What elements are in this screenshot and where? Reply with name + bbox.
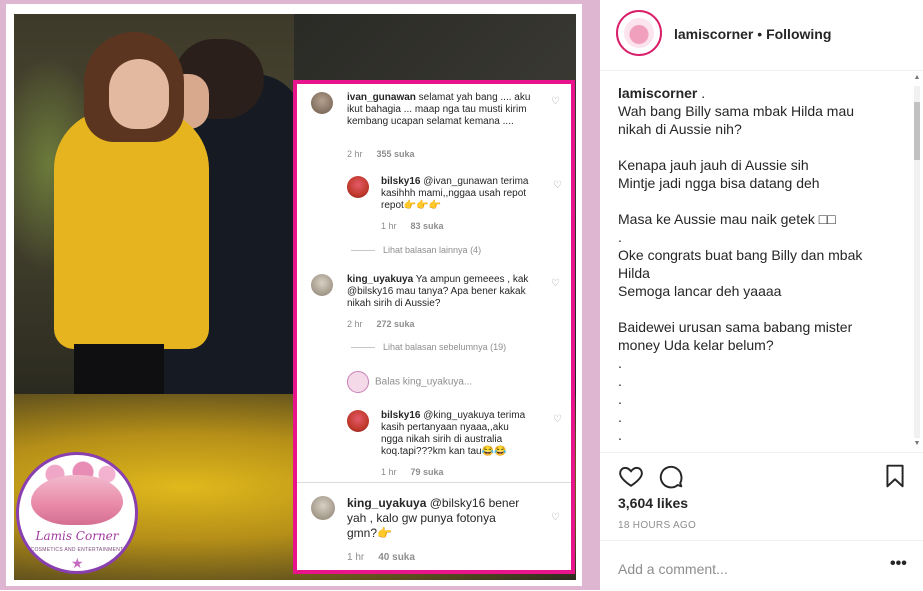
- comment-username: king_uyakuya: [347, 274, 414, 285]
- avatar: [311, 274, 333, 296]
- scroll-up-arrow-icon[interactable]: ▲: [912, 74, 922, 84]
- caption-line: Mintje jadi ngga bisa datang deh: [618, 175, 820, 191]
- comment-likes: 40 suka: [378, 552, 415, 563]
- heart-icon: ♡: [553, 180, 562, 191]
- header-separator: •: [757, 26, 763, 42]
- comment-likes: 79 suka: [410, 467, 444, 477]
- caption-line: Hilda: [618, 265, 650, 281]
- caption-line: .: [618, 427, 622, 443]
- scroll-down-arrow-icon[interactable]: ▼: [912, 440, 922, 450]
- star-icon: ★: [71, 555, 84, 571]
- post-header: lamiscorner • Following: [600, 0, 923, 71]
- comment-icon[interactable]: [658, 463, 684, 489]
- comment-username: ivan_gunawan: [347, 92, 416, 103]
- profile-avatar[interactable]: [616, 10, 662, 56]
- comment-age: 2 hr: [347, 149, 363, 159]
- caption-scrollbar[interactable]: ▲ ▼: [912, 74, 922, 450]
- caption-line: nikah di Aussie nih?: [618, 121, 742, 137]
- comment-username: king_uyakuya: [347, 496, 427, 510]
- caption-line: Masa ke Aussie mau naik getek □□: [618, 211, 836, 227]
- add-comment-bar: Add a comment... •••: [600, 540, 923, 591]
- more-options-icon[interactable]: •••: [890, 555, 907, 573]
- caption-line: .: [618, 373, 622, 389]
- likes-count[interactable]: 3,604 likes: [618, 495, 688, 511]
- post-media[interactable]: Lamis Corner COSMETICS AND ENTERTAINMENT…: [0, 0, 600, 590]
- caption-line: .: [618, 355, 622, 371]
- heart-icon: ♡: [551, 512, 560, 523]
- heart-icon[interactable]: [618, 463, 644, 489]
- comment-age: 1 hr: [381, 467, 397, 477]
- following-button[interactable]: Following: [766, 26, 831, 42]
- comment-screenshot-box: ivan_gunawan selamat yah bang .... aku i…: [293, 80, 575, 574]
- caption-line: Semoga lancar deh yaaaa: [618, 283, 782, 299]
- caption-line: money Uda kelar belum?: [618, 337, 774, 353]
- avatar: [311, 496, 335, 520]
- caption-username[interactable]: lamiscorner: [618, 85, 697, 101]
- couple-photo: [14, 14, 294, 394]
- scrollbar-thumb[interactable]: [914, 102, 920, 160]
- comment-age: 1 hr: [381, 221, 397, 231]
- caption: lamiscorner . Wah bang Billy sama mbak H…: [618, 84, 898, 448]
- avatar: [347, 176, 369, 198]
- comment-likes: 83 suka: [410, 221, 444, 231]
- bookmark-icon[interactable]: [882, 463, 908, 489]
- post-timestamp[interactable]: 18 HOURS AGO: [618, 520, 696, 531]
- caption-line: Wah bang Billy sama mbak Hilda mau: [618, 103, 855, 119]
- caption-line: .: [618, 391, 622, 407]
- header-username[interactable]: lamiscorner: [674, 26, 753, 42]
- reply-placeholder: Balas king_uyakuya...: [375, 376, 473, 388]
- avatar: [347, 410, 369, 432]
- lamis-corner-logo: Lamis Corner COSMETICS AND ENTERTAINMENT…: [16, 452, 138, 574]
- logo-subtitle: COSMETICS AND ENTERTAINMENT: [30, 547, 124, 553]
- caption-username-suffix: .: [697, 85, 706, 101]
- view-previous-replies: Lihat balasan sebelumnya (19): [351, 342, 506, 352]
- caption-line: Baidewei urusan sama babang mister: [618, 319, 853, 335]
- post-side-panel: lamiscorner • Following lamiscorner . Wa…: [600, 0, 923, 590]
- caption-line: Oke congrats buat bang Billy dan mbak: [618, 247, 863, 263]
- comment-username: bilsky16: [381, 410, 421, 421]
- view-more-replies: Lihat balasan lainnya (4): [351, 245, 481, 255]
- comment-age: 1 hr: [347, 552, 365, 563]
- reply-input: Balas king_uyakuya...: [347, 371, 472, 393]
- caption-line: .: [618, 409, 622, 425]
- comment-likes: 272 suka: [376, 319, 415, 329]
- heart-icon: ♡: [551, 278, 560, 289]
- add-comment-input[interactable]: Add a comment...: [618, 561, 728, 577]
- avatar: [347, 371, 369, 393]
- heart-icon: ♡: [551, 96, 560, 107]
- comment-likes: 355 suka: [376, 149, 415, 159]
- caption-line: .: [618, 229, 622, 245]
- comment-age: 2 hr: [347, 319, 363, 329]
- divider: [297, 482, 571, 483]
- caption-line: [618, 300, 898, 318]
- caption-text: Wah bang Billy sama mbak Hilda mau nikah …: [618, 102, 898, 444]
- caption-line: [618, 138, 898, 156]
- comment-username: bilsky16: [381, 176, 421, 187]
- caption-line: [618, 192, 898, 210]
- post-actions: [600, 452, 923, 497]
- heart-icon: ♡: [553, 414, 562, 425]
- caption-line: Kenapa jauh jauh di Aussie sih: [618, 157, 809, 173]
- logo-name: Lamis Corner: [35, 529, 119, 543]
- avatar: [311, 92, 333, 114]
